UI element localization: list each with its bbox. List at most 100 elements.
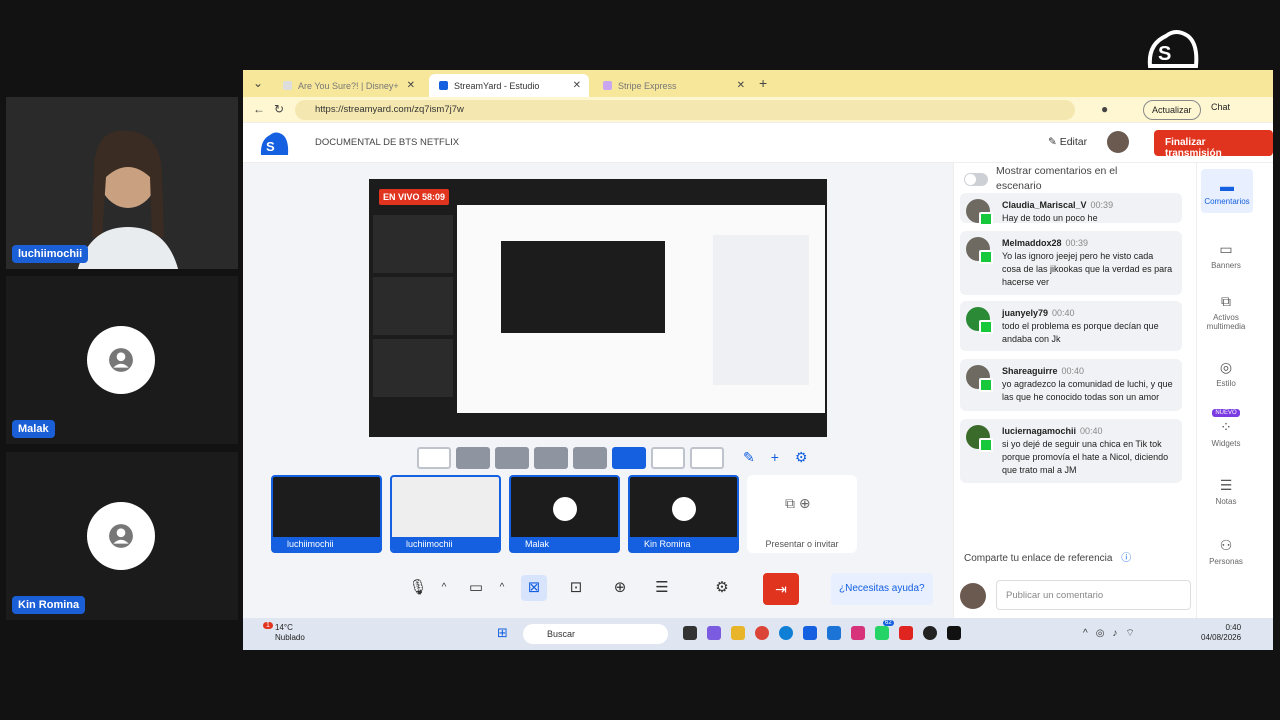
- layout-solo-button[interactable]: [417, 447, 451, 469]
- help-button[interactable]: ¿Necesitas ayuda?: [831, 573, 933, 605]
- rail-banners[interactable]: ▭ Banners: [1197, 241, 1255, 270]
- backstage-tile[interactable]: luchiimochii: [271, 475, 382, 553]
- screen-share-icon[interactable]: ⊠: [521, 575, 547, 601]
- tab-disney[interactable]: Are You Sure?! | Disney+ ✕: [273, 74, 423, 97]
- help-circle-icon[interactable]: ⓘ: [1121, 553, 1131, 564]
- screen: luchiimochii Malak Kin Romina S streamya…: [0, 0, 1280, 720]
- instagram-icon[interactable]: [851, 626, 865, 640]
- url-field[interactable]: https://streamyard.com/zq7ism7j7w: [295, 100, 1075, 120]
- comment-author: juanyely79: [1002, 308, 1049, 318]
- comment-item: Claudia_Mariscal_V 00:39 Hay de todo un p…: [960, 193, 1182, 226]
- chevron-up-icon[interactable]: ^: [489, 575, 515, 601]
- add-guest-icon[interactable]: ⊕: [607, 575, 633, 601]
- settings-icon[interactable]: ⚙: [709, 575, 735, 601]
- invite-tile[interactable]: ⧉ ⊕ Presentar o invitar: [747, 475, 857, 553]
- back-icon[interactable]: ←: [253, 102, 265, 116]
- tiktok-icon[interactable]: [947, 626, 961, 640]
- taskbar-clock[interactable]: 0:40 04/08/2026: [1201, 623, 1241, 643]
- rail-widgets[interactable]: NUEVO ⁘ Widgets: [1197, 407, 1255, 448]
- windows-start-icon[interactable]: ⊞: [497, 625, 508, 641]
- broadcast-title[interactable]: DOCUMENTAL DE BTS NETFLIX: [315, 137, 459, 148]
- tab-streamyard[interactable]: StreamYard - Estudio ✕: [429, 74, 589, 97]
- layout-duo-button[interactable]: [456, 447, 490, 469]
- referral-link-row[interactable]: Comparte tu enlace de referencia ⓘ: [964, 549, 1131, 564]
- commenter-avatar: [960, 583, 986, 609]
- layout-screen-left-button[interactable]: [612, 447, 646, 469]
- comment-author: Melmaddox28: [1002, 238, 1062, 248]
- layout-group-button[interactable]: [495, 447, 529, 469]
- microphone-icon[interactable]: 🎙: [405, 575, 431, 601]
- media-icon: ⧉: [1221, 293, 1231, 309]
- present-icon[interactable]: ⊡: [563, 575, 589, 601]
- rail-comments[interactable]: ▬ Comentarios: [1201, 169, 1253, 213]
- comment-time: 00:39: [1065, 238, 1089, 248]
- tab-stripe[interactable]: Stripe Express ✕: [593, 74, 753, 97]
- notes-icon[interactable]: ☰: [649, 575, 675, 601]
- address-bar-row: ← ↻ https://streamyard.com/zq7ism7j7w ● …: [243, 97, 1273, 123]
- weather-temp: 14°C: [275, 623, 293, 632]
- tile-label: Kin Romina: [630, 537, 737, 551]
- layout-sidebar-button[interactable]: [573, 447, 607, 469]
- rail-notes[interactable]: ☰ Notas: [1197, 477, 1255, 506]
- rail-label: Banners: [1211, 261, 1241, 270]
- leave-studio-button[interactable]: ⇥: [763, 573, 799, 605]
- plus-icon[interactable]: +: [771, 449, 779, 466]
- chrome-icon[interactable]: [755, 626, 769, 640]
- backstage-tile[interactable]: luchiimochii: [390, 475, 501, 553]
- tab-list-icon[interactable]: ⌄: [253, 76, 263, 90]
- backstage-tile[interactable]: Kin Romina: [628, 475, 739, 553]
- destination-avatar[interactable]: [1107, 131, 1129, 153]
- commenter-avatar: [966, 425, 993, 452]
- banner-icon: ▭: [1219, 241, 1233, 257]
- backstage-tile[interactable]: Malak: [509, 475, 620, 553]
- add-person-icon: ⧉ ⊕: [785, 495, 811, 511]
- outlook-icon[interactable]: [827, 626, 841, 640]
- finish-broadcast-button[interactable]: Finalizar transmisión: [1154, 130, 1273, 159]
- layout-full-screen-button[interactable]: [651, 447, 685, 469]
- comment-text: Hay de todo un poco he: [1002, 213, 1098, 223]
- show-comments-toggle[interactable]: [964, 173, 988, 186]
- camera-icon[interactable]: ▭: [463, 575, 489, 601]
- comment-time: 00:40: [1061, 366, 1085, 376]
- close-icon[interactable]: ✕: [573, 80, 581, 91]
- store-icon[interactable]: [803, 626, 817, 640]
- comment-item: Melmaddox28 00:39 Yo las ignoro jeejej pe…: [960, 231, 1182, 295]
- pencil-icon[interactable]: ✎: [743, 449, 755, 466]
- youtube-icon[interactable]: [899, 626, 913, 640]
- participant-tile-kin-romina: Kin Romina: [6, 452, 238, 620]
- chat-button[interactable]: Chat: [1211, 102, 1230, 112]
- whatsapp-icon[interactable]: 62: [875, 620, 894, 640]
- backstage-row: luchiimochii luchiimochii Malak Kin Romi…: [271, 475, 857, 553]
- gear-icon[interactable]: ⚙: [795, 449, 808, 466]
- close-icon[interactable]: ✕: [407, 80, 415, 91]
- taskbar-search[interactable]: Buscar: [523, 624, 668, 644]
- chevron-up-icon[interactable]: ^: [431, 575, 457, 601]
- update-button[interactable]: Actualizar: [1143, 100, 1201, 120]
- weather-widget[interactable]: 14°C Nublado: [275, 623, 305, 643]
- layout-blank-button[interactable]: [690, 447, 724, 469]
- rail-label: Estilo: [1216, 379, 1236, 388]
- streamyard-logo-icon[interactable]: S: [258, 128, 290, 158]
- rail-people[interactable]: ⚇ Personas: [1197, 537, 1255, 566]
- file-explorer-icon[interactable]: [731, 626, 745, 640]
- layout-leader-button[interactable]: [534, 447, 568, 469]
- copilot-icon[interactable]: [707, 626, 721, 640]
- system-tray[interactable]: ^◎♪⌔: [1083, 627, 1143, 640]
- reload-icon[interactable]: ↻: [274, 102, 284, 116]
- edge-icon[interactable]: [779, 626, 793, 640]
- rail-style[interactable]: ◎ Estilo: [1197, 359, 1255, 388]
- task-view-icon[interactable]: [683, 626, 697, 640]
- rail-media[interactable]: ⧉ Activos multimedia: [1197, 293, 1255, 331]
- tab-favicon: [283, 81, 292, 90]
- publish-comment-input[interactable]: Publicar un comentario: [996, 580, 1191, 610]
- rail-label: Comentarios: [1204, 197, 1250, 206]
- layout-picker: [417, 447, 724, 469]
- new-tab-button[interactable]: +: [759, 75, 767, 91]
- obs-icon[interactable]: [923, 626, 937, 640]
- edit-button[interactable]: ✎ Editar: [1048, 136, 1087, 148]
- palette-icon: ◎: [1219, 359, 1233, 375]
- commenter-avatar: [966, 199, 993, 226]
- comment-text: todo el problema es porque decían que an…: [1002, 321, 1159, 344]
- profile-icon[interactable]: ●: [1101, 102, 1108, 116]
- close-icon[interactable]: ✕: [737, 80, 745, 91]
